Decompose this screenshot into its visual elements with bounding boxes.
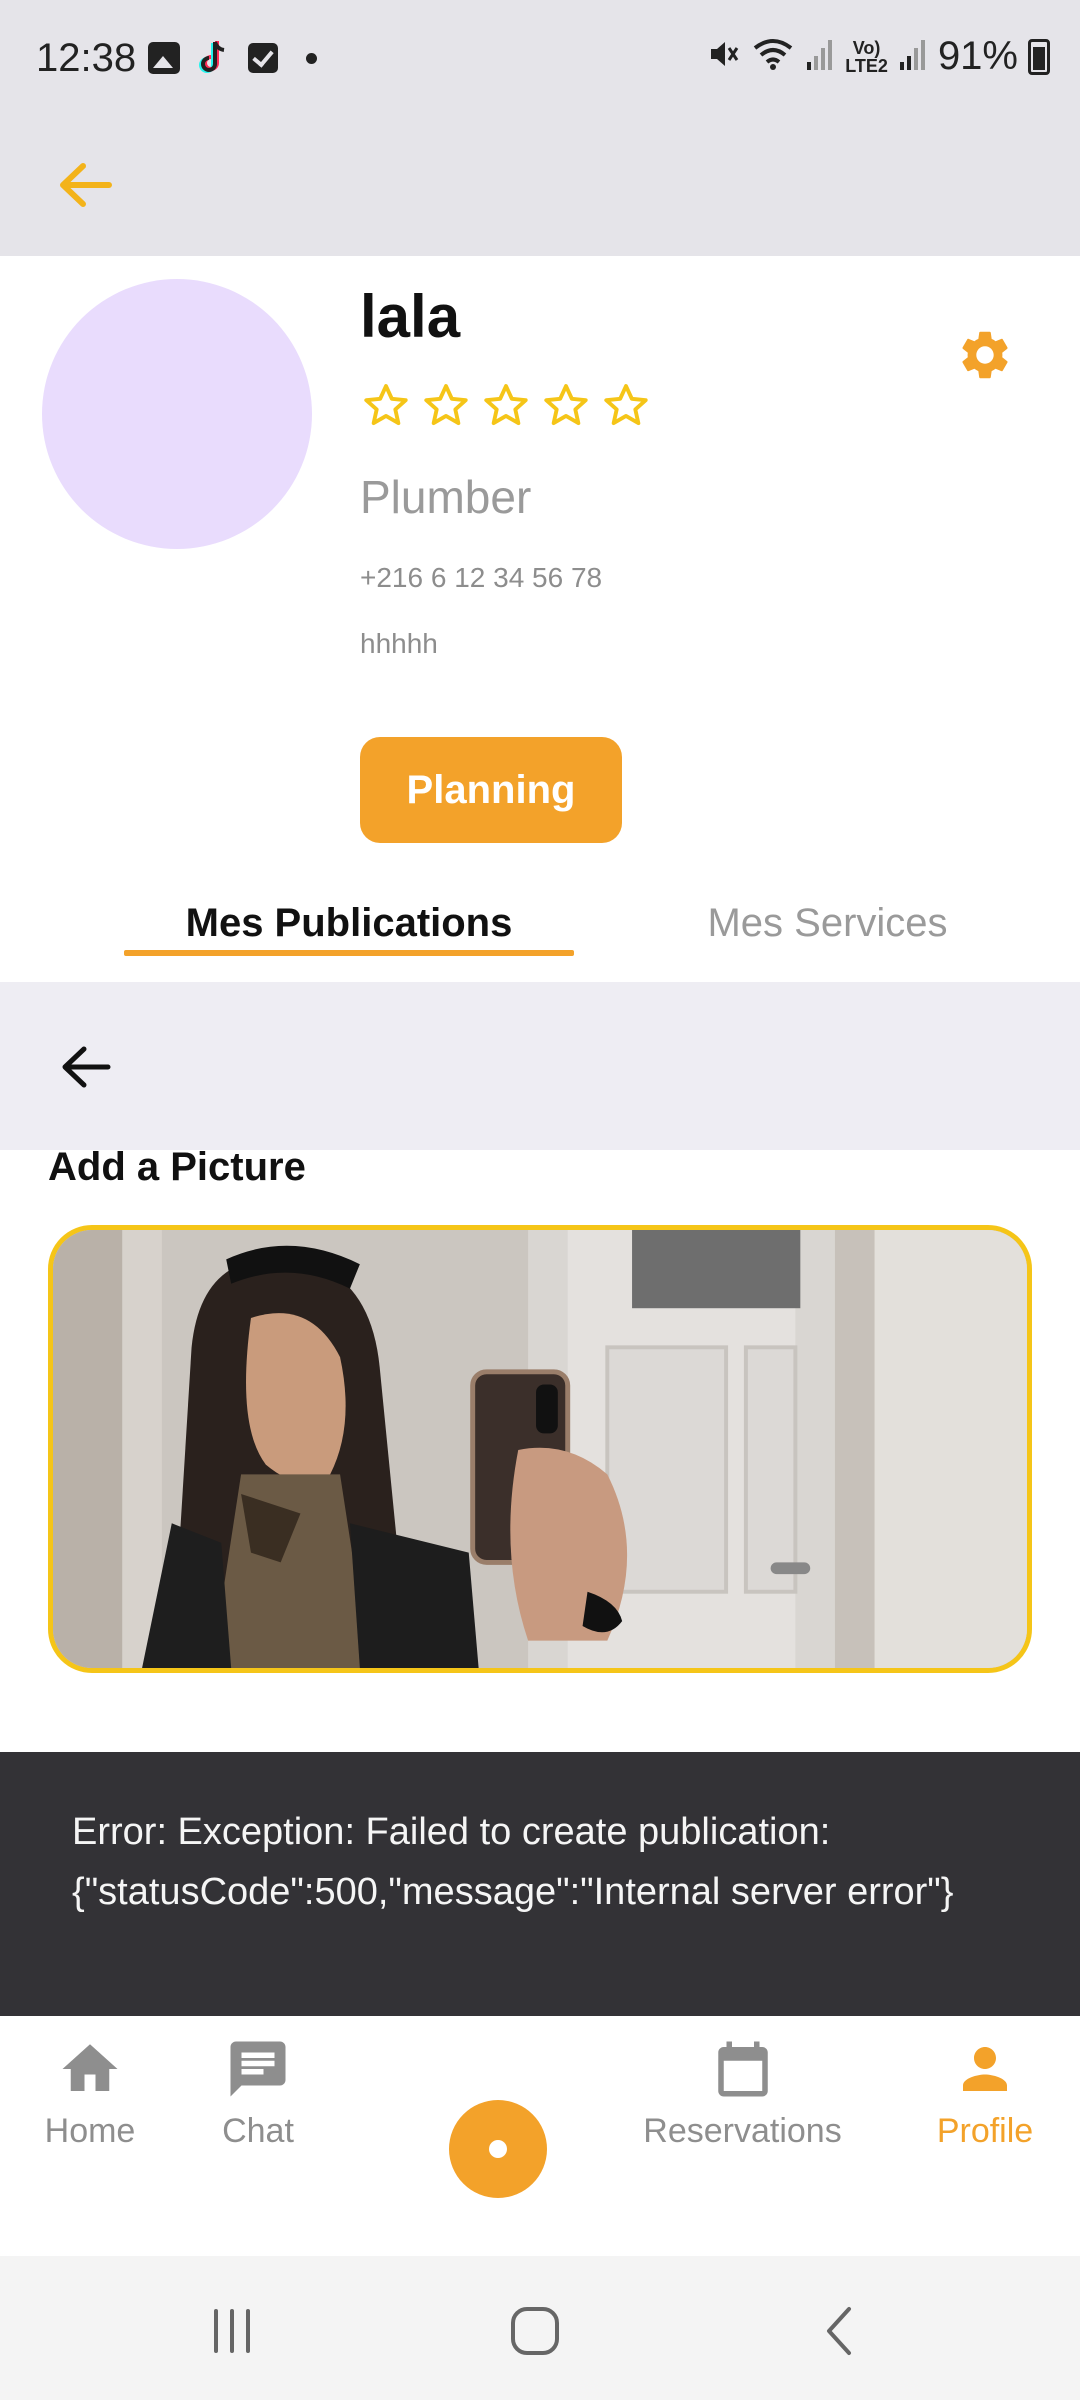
dot-icon (489, 2140, 507, 2158)
error-snackbar: Error: Exception: Failed to create publi… (0, 1752, 1080, 2016)
status-time: 12:38 (36, 36, 137, 80)
arrow-back-icon (60, 163, 112, 207)
profile-description: hhhhh (360, 628, 438, 659)
chevron-left-icon (827, 2307, 851, 2355)
gear-icon (962, 331, 1008, 379)
publication-form-header (0, 982, 1080, 1150)
arrow-back-icon (62, 1046, 111, 1088)
system-navigation-bar (0, 2256, 1080, 2400)
gallery-icon (148, 42, 180, 74)
mute-icon (705, 36, 741, 77)
star-icon[interactable] (480, 380, 532, 432)
lte-indicator: Vo) LTE2 (845, 39, 888, 75)
selected-photo (53, 1230, 1027, 1668)
nav-profile-label: Profile (936, 2112, 1034, 2150)
star-icon[interactable] (600, 380, 652, 432)
rating-stars (360, 380, 652, 432)
status-bar: 12:38 Vo) LTE2 91% (0, 0, 1080, 120)
recent-apps-icon (214, 2309, 250, 2353)
person-icon (963, 2047, 1007, 2091)
phone-number: +216 6 12 34 56 78 (360, 562, 603, 593)
signal-icon-2 (898, 36, 928, 77)
recent-apps-button[interactable] (192, 2296, 272, 2366)
app-bar (0, 120, 1080, 256)
system-status-icons: Vo) LTE2 91% (705, 34, 1050, 79)
tiktok-icon (198, 40, 230, 76)
nav-reservations[interactable]: Reservations (620, 2036, 865, 2151)
star-icon[interactable] (360, 380, 412, 432)
calendar-icon (717, 2041, 768, 2097)
home-icon (62, 2044, 118, 2091)
nav-chat[interactable]: Chat (198, 2036, 318, 2151)
system-back-button[interactable] (800, 2296, 880, 2366)
wifi-icon (751, 36, 795, 77)
nav-home[interactable]: Home (30, 2036, 150, 2151)
home-system-button[interactable] (495, 2296, 575, 2366)
settings-button[interactable] (950, 320, 1020, 390)
add-publication-fab[interactable] (449, 2100, 547, 2198)
picture-preview[interactable] (48, 1225, 1032, 1673)
form-back-button[interactable] (50, 1032, 120, 1102)
tab-indicator (124, 950, 574, 956)
back-button[interactable] (50, 150, 120, 220)
check-icon (248, 43, 278, 73)
profession: Plumber (360, 471, 532, 523)
nav-reservations-label: Reservations (643, 2112, 842, 2150)
profile-name: lala (360, 283, 461, 350)
lte-top-label: Vo) (852, 37, 881, 58)
planning-button[interactable]: Planning (360, 737, 622, 843)
home-circle-icon (511, 2307, 559, 2355)
notification-icons (148, 40, 317, 76)
battery-percent: 91% (937, 34, 1018, 78)
bottom-navigation: Home Chat Reservations Profile (0, 2016, 1080, 2256)
chat-icon (230, 2041, 286, 2097)
battery-icon (1028, 38, 1050, 75)
add-picture-label: Add a Picture (48, 1145, 306, 1189)
avatar[interactable] (42, 279, 312, 549)
dot-icon (306, 52, 317, 64)
nav-chat-label: Chat (222, 2112, 294, 2150)
lte-bottom-label: LTE2 (845, 55, 888, 76)
nav-profile[interactable]: Profile (920, 2036, 1050, 2151)
nav-home-label: Home (44, 2112, 136, 2150)
star-icon[interactable] (420, 380, 472, 432)
tab-mes-services[interactable]: Mes Services (650, 888, 1005, 958)
tab-mes-publications[interactable]: Mes Publications (124, 888, 574, 958)
star-icon[interactable] (540, 380, 592, 432)
signal-icon (805, 36, 835, 77)
